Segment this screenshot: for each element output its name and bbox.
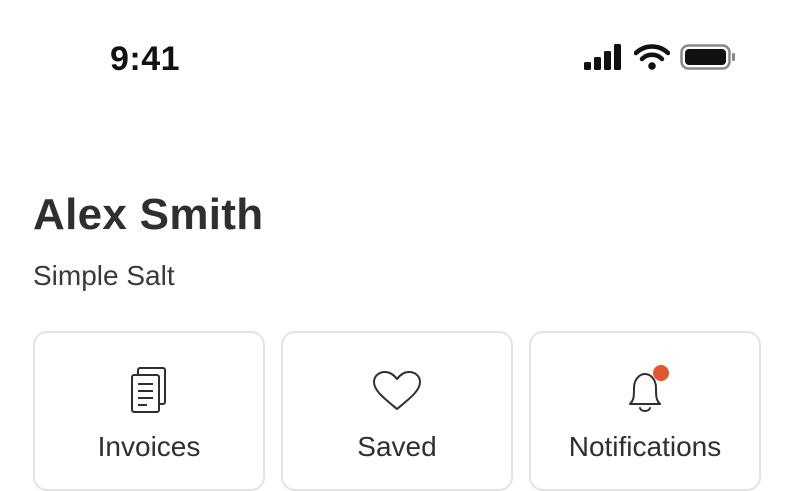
invoices-tile[interactable]: Invoices <box>33 331 265 491</box>
saved-label: Saved <box>357 431 437 462</box>
status-time: 9:41 <box>110 40 181 78</box>
status-icons <box>584 44 736 70</box>
quick-action-tiles: Invoices Saved Notifications <box>33 331 769 491</box>
profile-name: Alex Smith <box>33 190 264 239</box>
heart-icon <box>371 365 423 417</box>
invoices-label: Invoices <box>97 431 201 462</box>
notification-badge <box>653 365 669 381</box>
wifi-icon <box>634 44 670 70</box>
saved-tile[interactable]: Saved <box>281 331 513 491</box>
notifications-tile[interactable]: Notifications <box>529 331 761 491</box>
invoice-icon <box>123 365 175 417</box>
bell-icon <box>619 365 671 417</box>
notifications-label: Notifications <box>568 431 722 462</box>
status-bar: 9:41 <box>0 0 800 120</box>
cellular-signal-icon <box>584 44 624 70</box>
battery-icon <box>680 44 736 70</box>
profile-business-name: Simple Salt <box>33 260 175 291</box>
